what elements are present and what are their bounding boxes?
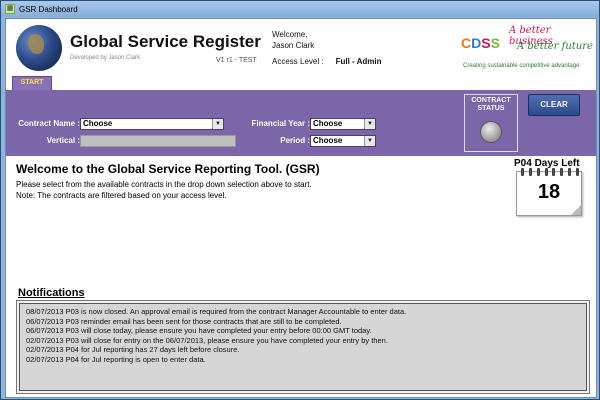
clear-button[interactable]: CLEAR [528,94,580,116]
vertical-label: Vertical : [46,136,80,145]
client-area: Global Service Register Developed by Jas… [5,18,597,398]
chevron-down-icon[interactable]: ▼ [212,119,223,129]
user-name: Jason Clark [272,41,315,50]
period-value: Choose [313,136,343,145]
main-content: Welcome to the Global Service Reporting … [6,156,596,397]
period-dropdown[interactable]: Choose ▼ [310,135,376,147]
version-label: V1 r1 - TEST [216,57,257,64]
chevron-down-icon[interactable]: ▼ [364,119,375,129]
calendar-rings [521,168,579,176]
logo-tagline-bottom: A better future [517,41,593,52]
financial-year-label: Financial Year : [251,119,310,128]
intro-text-2: Note: The contracts are filtered based o… [16,191,227,200]
contract-name-dropdown[interactable]: Choose ▼ [80,118,224,130]
notification-item: 06/07/2013 P03 reminder email has been s… [26,316,342,326]
notifications-heading: Notifications [18,287,85,299]
contract-status-label: CONTRACT STATUS [471,97,511,112]
notification-item: 06/07/2013 P03 will close today, please … [26,326,372,335]
cdss-logo: CDSS A better business A better future C… [461,25,593,73]
chevron-down-icon[interactable]: ▼ [364,136,375,146]
welcome-line: Welcome, [272,30,308,39]
contract-status-panel: CONTRACT STATUS [464,94,518,152]
financial-year-value: Choose [313,119,343,128]
status-light-icon [480,121,502,143]
vertical-field [80,135,236,147]
window-title: GSR Dashboard [19,4,78,14]
access-level: Access Level : Full - Admin [272,57,382,66]
page-curl-icon [571,205,581,215]
welcome-heading: Welcome to the Global Service Reporting … [16,162,320,176]
notification-item: 02/07/2013 P04 for Jul reporting is open… [26,354,206,364]
financial-year-dropdown[interactable]: Choose ▼ [310,118,376,130]
notification-item: 08/07/2013 P03 is now closed. An approva… [26,307,407,316]
calendar-icon: 18 [516,168,582,216]
globe-logo-icon [16,25,62,71]
filter-bar: Contract Name : Choose ▼ Vertical : Fina… [6,90,596,156]
contract-name-value: Choose [83,119,113,128]
app-title: Global Service Register [70,32,261,51]
intro-text-1: Please select from the available contrac… [16,180,312,189]
cdss-wordmark: CDSS [461,35,500,51]
developer-note: Developed by Jason Clark [70,55,141,61]
welcome-block: Welcome, Jason Clark [272,29,314,51]
days-left-value: 18 [537,181,561,203]
app-icon: ▦ [5,4,15,14]
notifications-panel: 08/07/2013 P03 is now closed. An approva… [16,300,590,394]
access-label: Access Level : [272,57,324,66]
notifications-list[interactable]: 08/07/2013 P03 is now closed. An approva… [19,303,587,391]
logo-subtitle: Creating sustainable competitive advanta… [463,63,580,69]
tab-start[interactable]: START [12,76,52,90]
access-value: Full - Admin [335,57,382,66]
period-label: Period : [280,136,310,145]
app-window: ▦ GSR Dashboard Global Service Register … [0,0,600,400]
title-bar[interactable]: ▦ GSR Dashboard [1,1,599,17]
notification-item: 02/07/2013 P03 will close for entry on t… [26,335,388,345]
notification-item: 02/07/2013 P04 for Jul reporting has 27 … [26,345,240,354]
contract-name-label: Contract Name : [18,119,80,128]
header: Global Service Register Developed by Jas… [6,19,596,76]
